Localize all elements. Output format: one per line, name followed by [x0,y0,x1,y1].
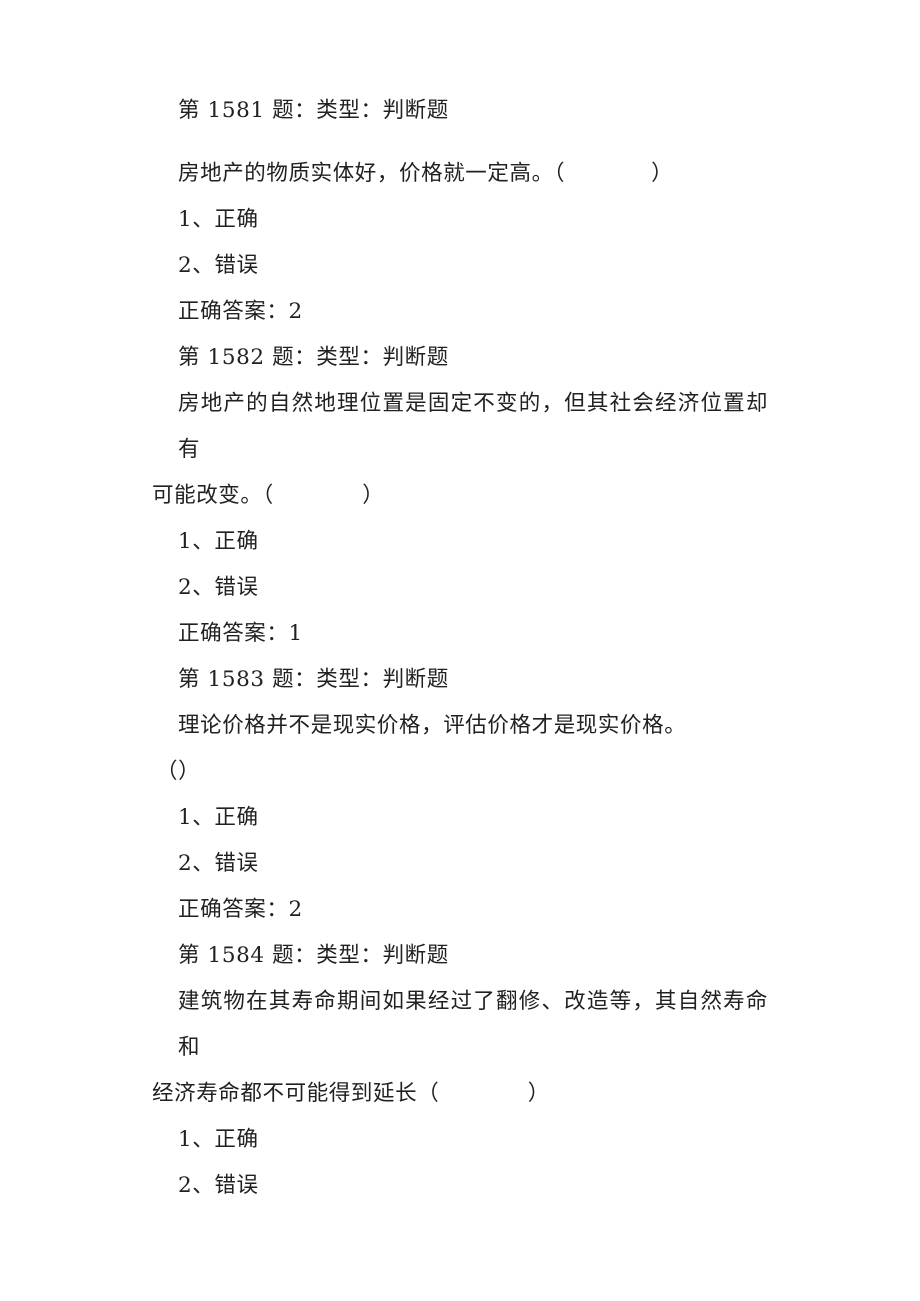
option-1-1584[interactable]: 1、正确 [152,1117,768,1163]
question-body-1581: 房地产的物质实体好，价格就一定高。（ ） [152,151,768,197]
question-close-paren-1581: ） [651,161,674,186]
document-page: 第 1581 题：类型：判断题 房地产的物质实体好，价格就一定高。（ ） 1、正确… [0,0,920,1301]
question-body-line1-1582: 房地产的自然地理位置是固定不变的，但其社会经济位置却有 [178,391,768,462]
question-body-tail-1584: 经济寿命都不可能得到延长（ ） [152,1081,550,1106]
question-block-1583: 第 1583 题：类型：判断题 理论价格并不是现实价格，评估价格才是现实价格。 … [152,657,768,933]
question-body-line2-1583: （） [156,759,201,784]
answer-1582: 正确答案：1 [178,621,303,646]
question-body-line1-1584: 建筑物在其寿命期间如果经过了翻修、改造等，其自然寿命和 [178,989,768,1060]
question-body-tail-1582: 可能改变。（ ） [152,483,385,508]
question-block-1581: 第 1581 题：类型：判断题 房地产的物质实体好，价格就一定高。（ ） 1、正确… [152,88,768,335]
question-block-1584: 第 1584 题：类型：判断题 建筑物在其寿命期间如果经过了翻修、改造等，其自然… [152,933,768,1209]
question-body-line2-1584: 经济寿命都不可能得到延长（ ） [152,1071,768,1117]
option-1-1582[interactable]: 1、正确 [152,519,768,565]
option-2-1581[interactable]: 2、错误 [152,243,768,289]
question-header-1582: 第 1582 题：类型：判断题 [178,345,449,370]
option-2-1584[interactable]: 2、错误 [152,1163,768,1209]
question-header-1583: 第 1583 题：类型：判断题 [178,667,449,692]
option-1-1583[interactable]: 1、正确 [152,795,768,841]
option-2-1583[interactable]: 2、错误 [152,841,768,887]
question-body-line1-1583: 理论价格并不是现实价格，评估价格才是现实价格。 [178,713,687,738]
question-block-1582: 第 1582 题：类型：判断题 房地产的自然地理位置是固定不变的，但其社会经济位… [152,335,768,657]
answer-1583: 正确答案：2 [178,897,303,922]
option-1-1581[interactable]: 1、正确 [152,197,768,243]
question-body-line2-1582: 可能改变。（ ） [152,473,768,519]
question-header-1581: 第 1581 题：类型：判断题 [178,98,449,123]
header-body-spacer [152,134,768,151]
answer-1581: 正确答案：2 [178,299,303,324]
question-header-1584: 第 1584 题：类型：判断题 [178,943,449,968]
question-list: 第 1581 题：类型：判断题 房地产的物质实体好，价格就一定高。（ ） 1、正确… [152,88,768,1209]
option-2-1582[interactable]: 2、错误 [152,565,768,611]
question-text-1581: 房地产的物质实体好，价格就一定高。（ [178,161,566,186]
